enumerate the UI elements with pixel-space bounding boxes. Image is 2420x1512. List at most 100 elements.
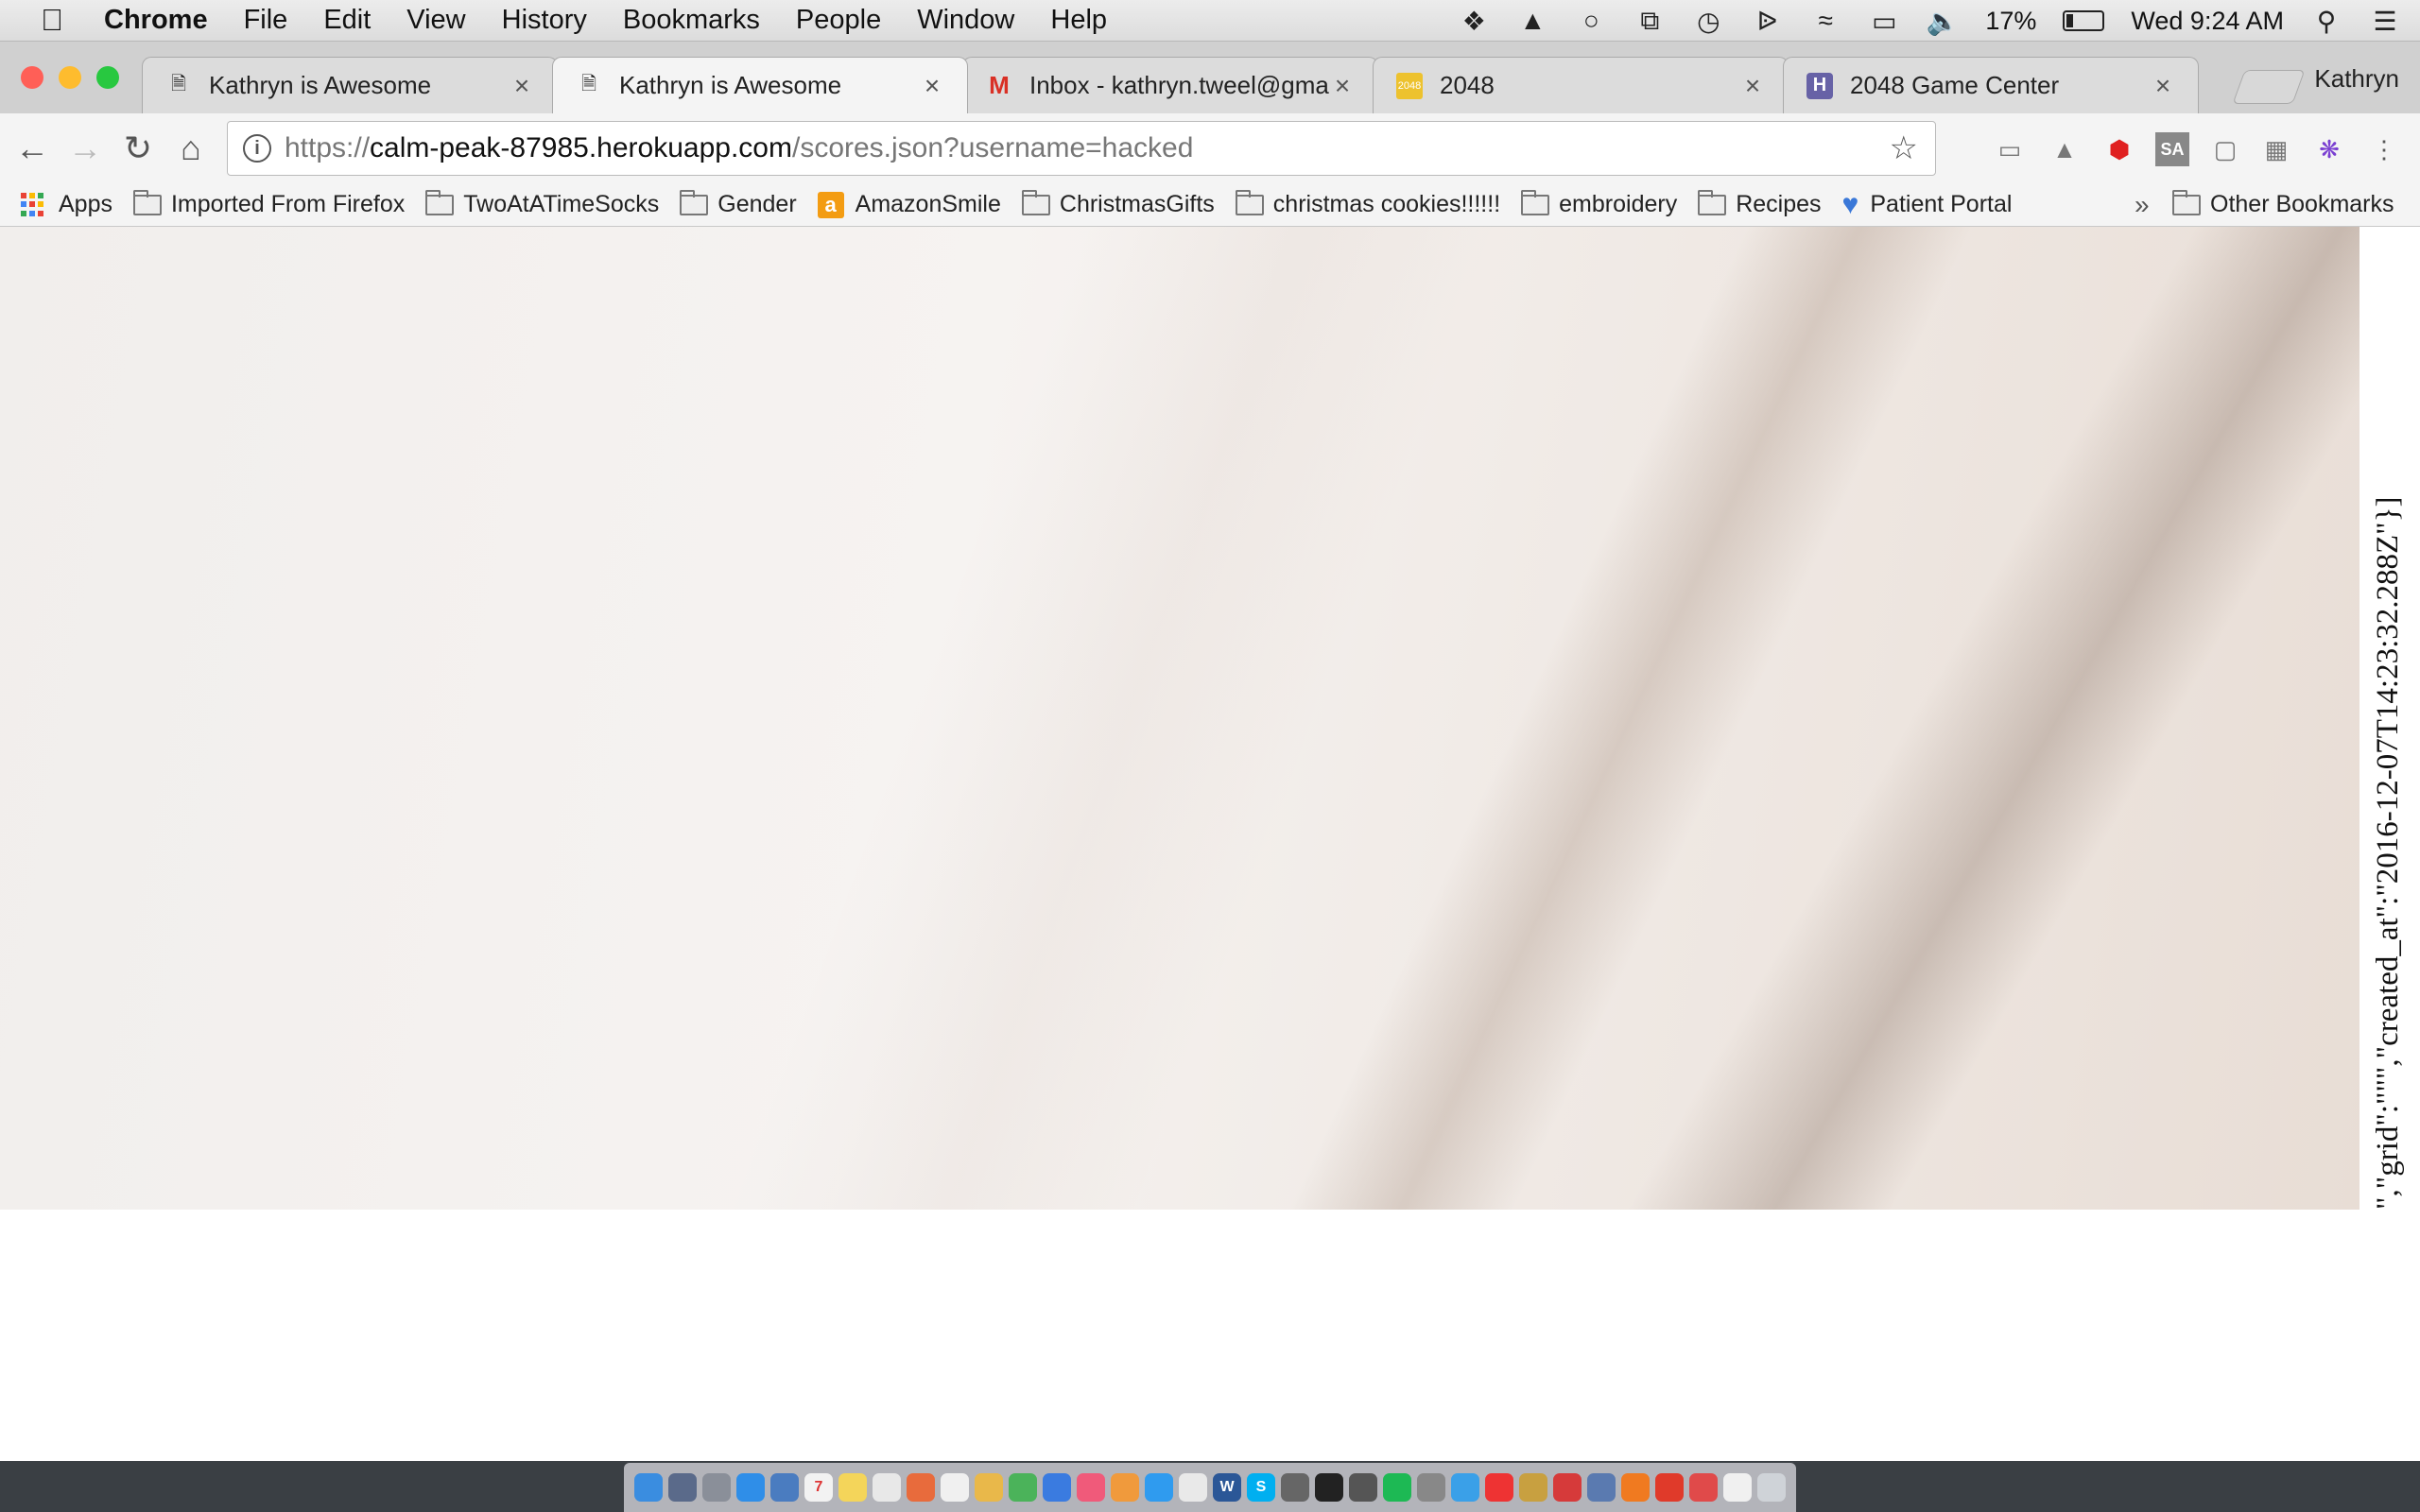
dropbox-icon[interactable]: ❖: [1458, 7, 1490, 36]
document-extension-icon[interactable]: ▢: [2208, 132, 2242, 166]
battery-percent[interactable]: 17%: [1985, 7, 2036, 36]
tab-2048-game-center[interactable]: H 2048 Game Center ×: [1783, 57, 2199, 113]
numbers-icon[interactable]: [1009, 1473, 1037, 1502]
app-icon[interactable]: [1689, 1473, 1718, 1502]
tab-2048[interactable]: 2048 2048 ×: [1373, 57, 1789, 113]
notes-icon[interactable]: [838, 1473, 867, 1502]
clock[interactable]: Wed 9:24 AM: [2131, 7, 2284, 36]
launchpad-icon[interactable]: [702, 1473, 731, 1502]
airplay-icon[interactable]: ▭: [1868, 7, 1900, 36]
reminders-icon[interactable]: [941, 1473, 969, 1502]
firefox-icon[interactable]: [1621, 1473, 1650, 1502]
bookmark-amazonsmile[interactable]: a AmazonSmile: [817, 191, 1001, 218]
messages-icon[interactable]: [1451, 1473, 1479, 1502]
tab-close-icon[interactable]: ×: [920, 71, 944, 101]
menu-view[interactable]: View: [406, 5, 465, 36]
tab-gmail-inbox[interactable]: M Inbox - kathryn.tweel@gmail.c ×: [962, 57, 1378, 113]
tab-kathryn-is-awesome-2[interactable]: 🗎 Kathryn is Awesome ×: [552, 57, 968, 113]
sync-spinner-icon[interactable]: ○: [1575, 6, 1607, 35]
back-arrow-icon[interactable]: ←: [6, 122, 59, 175]
home-icon[interactable]: ⌂: [164, 122, 217, 175]
drive-extension-icon[interactable]: ▲: [2048, 132, 2082, 166]
window-close-button[interactable]: [21, 66, 43, 89]
tab-close-icon[interactable]: ×: [1330, 71, 1355, 101]
mail-icon[interactable]: [770, 1473, 799, 1502]
utility-icon[interactable]: [1349, 1473, 1377, 1502]
app-store-icon[interactable]: [1145, 1473, 1173, 1502]
address-bar[interactable]: i https://calm-peak-87985.herokuapp.com /…: [227, 121, 1936, 176]
cast-icon[interactable]: ▭: [1993, 132, 2027, 166]
pages-icon[interactable]: [975, 1473, 1003, 1502]
word-icon[interactable]: W: [1213, 1473, 1241, 1502]
menu-people[interactable]: People: [796, 5, 881, 36]
bookmark-embroidery[interactable]: embroidery: [1521, 189, 1677, 218]
google-drive-icon[interactable]: ▲: [1516, 6, 1548, 35]
app-icon[interactable]: [1417, 1473, 1445, 1502]
menu-history[interactable]: History: [502, 5, 587, 36]
calendar-icon[interactable]: 7: [804, 1473, 833, 1502]
skype-icon[interactable]: S: [1247, 1473, 1275, 1502]
finder-icon[interactable]: [634, 1473, 663, 1502]
ibooks-icon[interactable]: [1111, 1473, 1139, 1502]
profile-name[interactable]: Kathryn: [2314, 64, 2399, 94]
time-machine-icon[interactable]: ◷: [1692, 7, 1724, 36]
trash-icon[interactable]: [1757, 1473, 1786, 1502]
documents-icon[interactable]: [1723, 1473, 1752, 1502]
bookmark-christmasgifts[interactable]: ChristmasGifts: [1021, 189, 1215, 218]
bookmark-other-bookmarks[interactable]: Other Bookmarks: [2172, 189, 2394, 218]
menu-file[interactable]: File: [244, 5, 288, 36]
tab-close-icon[interactable]: ×: [2151, 71, 2175, 101]
notification-center-icon[interactable]: ☰: [2369, 7, 2401, 36]
menu-app-name[interactable]: Chrome: [104, 5, 208, 36]
siri-icon[interactable]: [668, 1473, 697, 1502]
app-icon[interactable]: [1587, 1473, 1616, 1502]
photos-icon[interactable]: [907, 1473, 935, 1502]
bookmarks-overflow-icon[interactable]: »: [2135, 190, 2150, 220]
bookmark-twoatatimesocks[interactable]: TwoAtATimeSocks: [425, 189, 659, 218]
bookmark-apps[interactable]: Apps: [0, 191, 112, 218]
app-icon[interactable]: [1553, 1473, 1582, 1502]
new-tab-button[interactable]: [2232, 70, 2306, 104]
window-minimize-button[interactable]: [59, 66, 81, 89]
system-preferences-icon[interactable]: [1281, 1473, 1309, 1502]
menu-help[interactable]: Help: [1050, 5, 1107, 36]
preview-icon[interactable]: [873, 1473, 901, 1502]
volume-icon[interactable]: 🔈: [1927, 7, 1960, 36]
bookmark-christmas-cookies[interactable]: christmas cookies!!!!!!: [1235, 189, 1500, 218]
bookmark-star-icon[interactable]: ☆: [1890, 129, 1918, 167]
sa-extension-icon[interactable]: SA: [2155, 132, 2189, 166]
forward-arrow-icon[interactable]: →: [59, 122, 112, 175]
battery-icon[interactable]: [2063, 10, 2105, 31]
tab-close-icon[interactable]: ×: [1740, 71, 1765, 101]
bookmark-patient-portal[interactable]: ♥ Patient Portal: [1842, 189, 2013, 221]
terminal-icon[interactable]: [1315, 1473, 1343, 1502]
window-maximize-button[interactable]: [96, 66, 119, 89]
spotify-icon[interactable]: [1383, 1473, 1411, 1502]
apple-menu-icon[interactable]: : [0, 3, 104, 38]
calendar-app-icon[interactable]: [1485, 1473, 1513, 1502]
bookmark-gender[interactable]: Gender: [680, 189, 797, 218]
chrome-menu-icon[interactable]: ⋮: [2367, 132, 2401, 166]
spotlight-search-icon[interactable]: ⚲: [2310, 7, 2342, 36]
app-icon[interactable]: [1655, 1473, 1684, 1502]
site-info-icon[interactable]: i: [243, 134, 271, 163]
screen-share-icon[interactable]: ⧉: [1634, 6, 1666, 35]
dots-extension-icon[interactable]: ❋: [2312, 132, 2346, 166]
bookmark-imported-from-firefox[interactable]: Imported From Firefox: [132, 189, 405, 218]
reload-icon[interactable]: ↻: [112, 122, 164, 175]
keynote-icon[interactable]: [1043, 1473, 1071, 1502]
bluetooth-icon[interactable]: ᐉ: [1751, 7, 1783, 36]
menu-window[interactable]: Window: [917, 5, 1014, 36]
safari-icon[interactable]: [736, 1473, 765, 1502]
image-extension-icon[interactable]: ▦: [2259, 132, 2293, 166]
itunes-icon[interactable]: [1077, 1473, 1105, 1502]
chrome-dock-icon[interactable]: [1179, 1473, 1207, 1502]
bookmark-recipes[interactable]: Recipes: [1698, 189, 1822, 218]
tab-kathryn-is-awesome-1[interactable]: 🗎 Kathryn is Awesome ×: [142, 57, 558, 113]
menu-edit[interactable]: Edit: [323, 5, 371, 36]
app-icon[interactable]: [1519, 1473, 1547, 1502]
wifi-icon[interactable]: ≈: [1809, 6, 1841, 35]
tab-close-icon[interactable]: ×: [510, 71, 534, 101]
menu-bookmarks[interactable]: Bookmarks: [623, 5, 760, 36]
adblock-icon[interactable]: ⬢: [2102, 132, 2136, 166]
